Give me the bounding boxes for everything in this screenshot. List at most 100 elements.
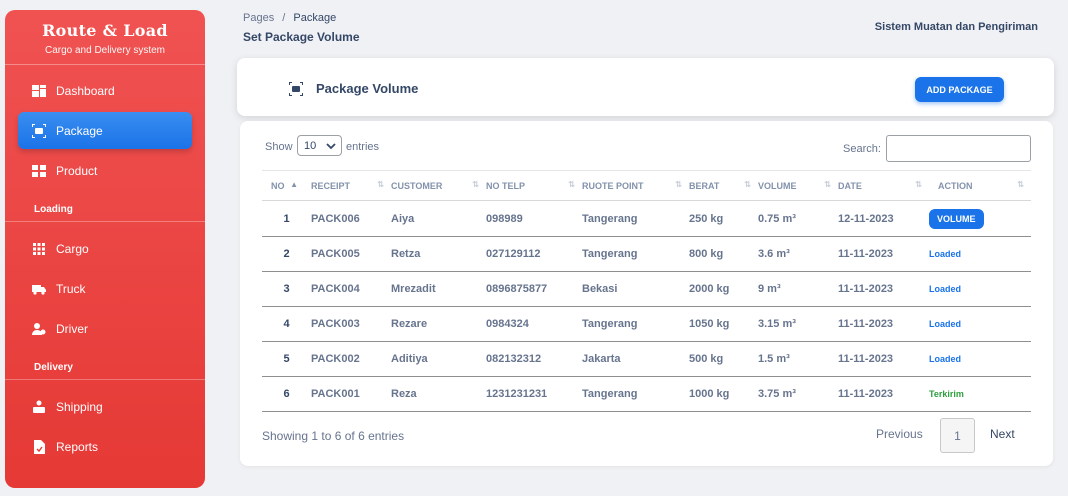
cell-receipt: PACK002 bbox=[311, 341, 391, 377]
sort-icon: ⇅ bbox=[1017, 180, 1024, 189]
column-header-route-point[interactable]: RUOTE POINT ⇅ bbox=[582, 170, 689, 201]
sidebar-item-product[interactable]: Product bbox=[18, 152, 192, 189]
table-row: 5 PACK002 Aditiya 082132312 Jakarta 500 … bbox=[262, 341, 1031, 377]
breadcrumb-root[interactable]: Pages bbox=[243, 12, 274, 24]
sidebar-item-shipping[interactable]: Shipping bbox=[18, 388, 192, 425]
cell-action: VOLUME bbox=[929, 200, 1031, 237]
cell-date: 11-11-2023 bbox=[838, 271, 929, 307]
cell-customer: Reza bbox=[391, 376, 486, 412]
status-loaded: Loaded bbox=[929, 354, 962, 364]
cell-route: Tangerang bbox=[582, 306, 689, 342]
page-title: Set Package Volume bbox=[243, 30, 360, 44]
sidebar-item-label: Cargo bbox=[56, 241, 89, 256]
cell-no: 1 bbox=[262, 200, 311, 237]
cell-berat: 2000 kg bbox=[689, 271, 758, 307]
card-title: Package Volume bbox=[316, 81, 419, 96]
cell-date: 12-11-2023 bbox=[838, 200, 929, 237]
cell-telp: 0896875877 bbox=[486, 271, 582, 307]
cell-telp: 082132312 bbox=[486, 341, 582, 377]
search-input[interactable] bbox=[886, 135, 1031, 162]
cell-no: 4 bbox=[262, 306, 311, 342]
divider bbox=[5, 221, 205, 222]
dashboard-icon bbox=[32, 84, 46, 98]
table-row: 6 PACK001 Reza 1231231231 Tangerang 1000… bbox=[262, 376, 1031, 412]
table-row: 3 PACK004 Mrezadit 0896875877 Bekasi 200… bbox=[262, 271, 1031, 307]
column-header-action[interactable]: ACTION ⇅ bbox=[929, 170, 1031, 201]
table-header-row: NO ▲ RECEIPT ⇅ CUSTOMER ⇅ NO TELP ⇅ RUOTE PO… bbox=[262, 170, 1031, 201]
cell-route: Jakarta bbox=[582, 341, 689, 377]
cargo-grid-icon bbox=[32, 242, 46, 256]
package-volume-card: Package Volume ADD PACKAGE bbox=[237, 58, 1054, 116]
cell-date: 11-11-2023 bbox=[838, 306, 929, 342]
package-table: NO ▲ RECEIPT ⇅ CUSTOMER ⇅ NO TELP ⇅ RUOTE PO… bbox=[262, 170, 1031, 412]
cell-date: 11-11-2023 bbox=[838, 376, 929, 412]
cell-berat: 1000 kg bbox=[689, 376, 758, 412]
pagination-page-1[interactable]: 1 bbox=[940, 418, 975, 453]
sidebar-item-reports[interactable]: Reports bbox=[18, 428, 192, 465]
status-loaded: Loaded bbox=[929, 284, 962, 294]
status-loaded: Loaded bbox=[929, 319, 962, 329]
cell-customer: Mrezadit bbox=[391, 271, 486, 307]
app-name: Sistem Muatan dan Pengiriman bbox=[874, 21, 1038, 33]
cell-berat: 800 kg bbox=[689, 236, 758, 272]
driver-icon bbox=[32, 322, 46, 336]
sort-icon: ⇅ bbox=[472, 180, 479, 189]
sidebar-item-package[interactable]: Package bbox=[18, 112, 192, 149]
brand-subtitle: Cargo and Delivery system bbox=[44, 45, 166, 56]
cell-telp: 027129112 bbox=[486, 236, 582, 272]
sidebar-item-truck[interactable]: Truck bbox=[18, 270, 192, 307]
add-package-button[interactable]: ADD PACKAGE bbox=[915, 77, 1004, 102]
shipping-icon bbox=[32, 400, 46, 414]
column-header-date[interactable]: DATE ⇅ bbox=[838, 170, 929, 201]
sidebar-item-label: Truck bbox=[56, 281, 86, 296]
column-header-receipt[interactable]: RECEIPT ⇅ bbox=[311, 170, 391, 201]
column-header-volume[interactable]: VOLUME ⇅ bbox=[758, 170, 838, 201]
column-header-customer[interactable]: CUSTOMER ⇅ bbox=[391, 170, 486, 201]
sort-icon: ⇅ bbox=[377, 180, 384, 189]
sidebar-item-cargo[interactable]: Cargo bbox=[18, 230, 192, 267]
breadcrumb-current: Package bbox=[293, 12, 337, 24]
volume-button[interactable]: VOLUME bbox=[929, 208, 984, 229]
cell-no: 2 bbox=[262, 236, 311, 272]
pagination-next[interactable]: Next bbox=[990, 427, 1015, 441]
product-icon bbox=[32, 164, 46, 178]
entries-value: 10 bbox=[304, 139, 317, 152]
truck-icon bbox=[32, 282, 46, 296]
cell-action: Terkirim bbox=[929, 376, 1031, 412]
divider bbox=[5, 379, 205, 380]
sidebar-item-dashboard[interactable]: Dashboard bbox=[18, 72, 192, 109]
cell-date: 11-11-2023 bbox=[838, 341, 929, 377]
breadcrumb: Pages / Package bbox=[243, 12, 336, 24]
sidebar-item-driver[interactable]: Driver bbox=[18, 310, 192, 347]
cell-volume: 9 m³ bbox=[758, 271, 838, 307]
sidebar-item-label: Package bbox=[56, 123, 103, 138]
sort-icon: ⇅ bbox=[568, 180, 575, 189]
entries-select[interactable]: 10 bbox=[297, 135, 342, 156]
cell-route: Tangerang bbox=[582, 236, 689, 272]
column-header-berat[interactable]: BERAT ⇅ bbox=[689, 170, 758, 201]
column-header-no-telp[interactable]: NO TELP ⇅ bbox=[486, 170, 582, 201]
pagination-previous[interactable]: Previous bbox=[876, 427, 923, 441]
cell-customer: Aiya bbox=[391, 200, 486, 237]
cell-volume: 3.15 m³ bbox=[758, 306, 838, 342]
cell-berat: 1050 kg bbox=[689, 306, 758, 342]
cell-volume: 1.5 m³ bbox=[758, 341, 838, 377]
cell-action: Loaded bbox=[929, 341, 1031, 377]
cell-action: Loaded bbox=[929, 236, 1031, 272]
sidebar-item-label: Shipping bbox=[56, 399, 103, 414]
cell-action: Loaded bbox=[929, 306, 1031, 342]
cell-route: Tangerang bbox=[582, 200, 689, 237]
cell-receipt: PACK003 bbox=[311, 306, 391, 342]
sort-icon: ⇅ bbox=[744, 180, 751, 189]
brand-title: Route & Load bbox=[42, 21, 168, 40]
package-scan-icon bbox=[289, 82, 303, 96]
column-header-no[interactable]: NO ▲ bbox=[262, 170, 311, 201]
cell-customer: Rezare bbox=[391, 306, 486, 342]
cell-receipt: PACK005 bbox=[311, 236, 391, 272]
package-scan-icon bbox=[32, 123, 46, 138]
cell-no: 6 bbox=[262, 376, 311, 412]
breadcrumb-separator: / bbox=[282, 12, 286, 24]
show-label: Show bbox=[265, 141, 293, 153]
cell-no: 3 bbox=[262, 271, 311, 307]
cell-customer: Aditiya bbox=[391, 341, 486, 377]
